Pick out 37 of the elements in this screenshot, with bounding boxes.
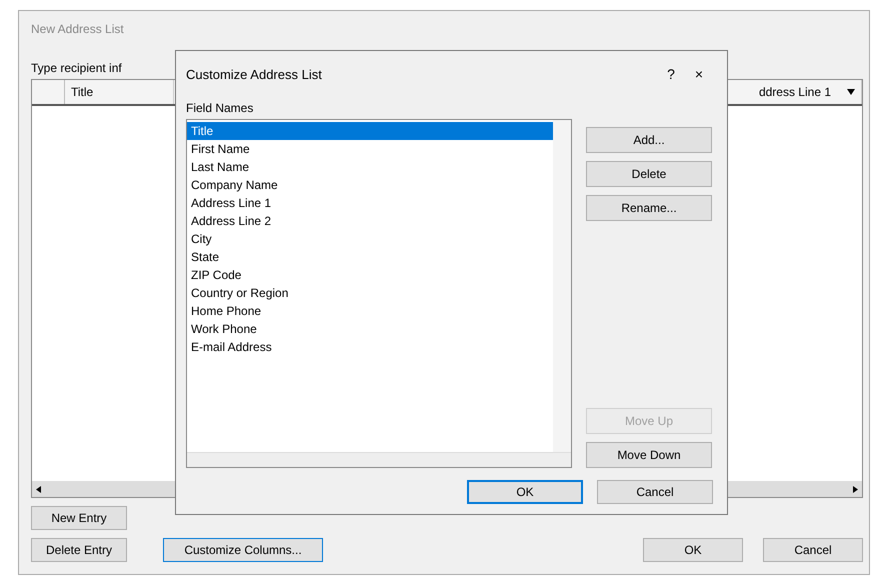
list-item[interactable]: Title [187,122,553,140]
scroll-left-icon[interactable] [36,486,41,492]
side-button[interactable]: Delete [586,161,712,187]
list-item[interactable]: First Name [187,140,553,158]
dialog-button[interactable]: OK [467,480,583,504]
list-item[interactable]: Last Name [187,158,553,176]
scroll-right-icon[interactable] [853,486,858,492]
list-item[interactable]: Company Name [187,176,553,194]
list-item[interactable]: Work Phone [187,320,553,338]
help-button[interactable]: ? [657,66,685,82]
dropdown-icon [847,89,855,95]
list-item[interactable]: Address Line 1 [187,194,553,212]
list-label: Field Names [186,101,254,115]
new-entry-button[interactable]: New Entry [31,506,127,530]
list-item[interactable]: Home Phone [187,302,553,320]
side-button[interactable]: Move Down [586,442,712,468]
window-title: New Address List [31,22,124,36]
side-button[interactable]: Rename... [586,195,712,221]
column-header[interactable]: Title [65,80,174,104]
dialog-title: Customize Address List [186,66,323,82]
customize-columns-button[interactable]: Customize Columns... [163,538,323,562]
dialog-button[interactable]: Cancel [763,538,863,562]
close-button[interactable]: × [685,66,713,82]
dialog-button[interactable]: OK [643,538,743,562]
instruction-text: Type recipient inf [31,61,122,75]
list-item[interactable]: City [187,230,553,248]
list-item[interactable]: E-mail Address [187,338,553,356]
list-item[interactable]: State [187,248,553,266]
delete-entry-button[interactable]: Delete Entry [31,538,127,562]
vertical-scrollbar[interactable] [553,120,571,452]
list-item[interactable]: Country or Region [187,284,553,302]
column-header[interactable]: ddress Line 1 [752,80,862,104]
dialog-button[interactable]: Cancel [597,480,713,504]
list-item[interactable]: ZIP Code [187,266,553,284]
list-item[interactable]: Address Line 2 [187,212,553,230]
side-button[interactable]: Add... [586,127,712,153]
horizontal-scrollbar[interactable] [187,452,571,467]
